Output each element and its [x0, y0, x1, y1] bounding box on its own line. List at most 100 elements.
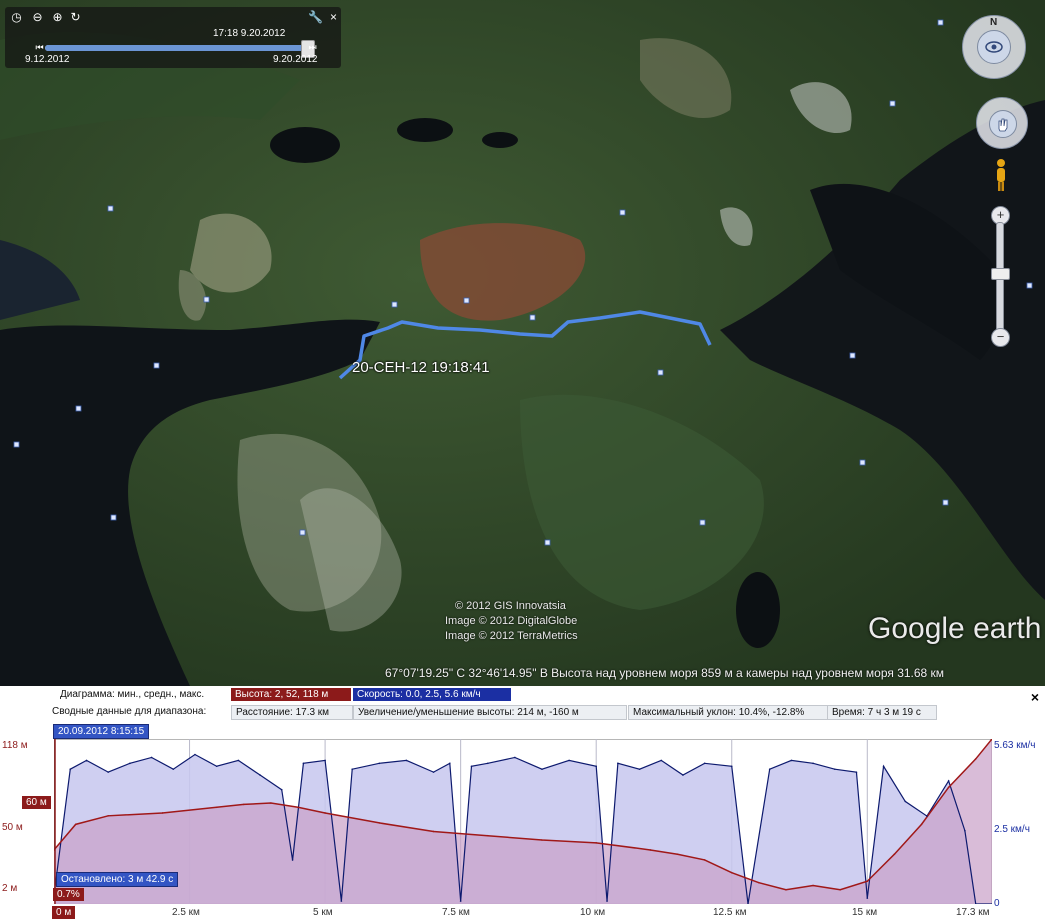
y-right-tick: 2.5 км/ч — [994, 824, 1030, 835]
elevation-point — [324, 812, 326, 814]
path-timestamp-label: 20-СЕН-12 19:18:41 — [352, 359, 490, 376]
close-slider-icon[interactable]: × — [326, 10, 341, 25]
elevation-point — [595, 842, 597, 844]
speed-point — [926, 815, 928, 817]
x-tick-label: 7.5 км — [442, 907, 470, 918]
elevation-speed-chart[interactable] — [54, 739, 992, 904]
step-forward-icon[interactable]: ⏭ — [305, 40, 320, 55]
satellite-imagery — [0, 0, 1045, 686]
elevation-point — [215, 806, 218, 809]
move-joystick[interactable] — [976, 97, 1028, 149]
speed-point — [280, 788, 283, 791]
speed-point — [768, 768, 771, 770]
start-date-label: 9.12.2012 — [25, 54, 70, 65]
elevation-point — [812, 884, 814, 887]
speed-point — [351, 768, 354, 770]
slope-badge: 0.7% — [53, 888, 84, 901]
speed-point — [682, 774, 684, 776]
map-status-bar: 67°07'19.25" С 32°46'14.95" В Высота над… — [385, 666, 945, 680]
max-slope-stat: Максимальный уклон: 10.4%, -12.8% — [628, 705, 830, 720]
speed-point — [703, 762, 706, 765]
wrench-icon[interactable]: 🔧 — [308, 10, 323, 25]
y-right-tick: 5.63 км/ч — [994, 740, 1036, 751]
distance-stat: Расстояние: 17.3 км — [231, 705, 353, 720]
speed-chip[interactable]: Скорость: 0.0, 2.5, 5.6 км/ч — [353, 688, 511, 701]
x-tick-label: 2.5 км — [172, 907, 200, 918]
speed-point — [340, 900, 343, 902]
stopped-badge: Остановлено: 3 м 42.9 с — [56, 872, 179, 887]
elevation-point — [649, 849, 652, 851]
elevation-point — [947, 786, 950, 789]
speed-point — [855, 771, 858, 773]
speed-point — [291, 859, 294, 861]
speed-point — [486, 762, 489, 765]
x-tick-label: 15 км — [852, 907, 878, 918]
x-tick-label: 5 км — [313, 907, 333, 918]
elevation-point — [297, 806, 299, 809]
close-profile-button[interactable]: × — [1031, 689, 1039, 705]
x-tick-label: 10 км — [580, 907, 606, 918]
speed-point — [215, 765, 218, 768]
elevation-point — [974, 758, 977, 760]
summary-label: Сводные данные для диапазона: — [52, 706, 207, 717]
speed-point — [432, 771, 435, 773]
current-time-label: 17:18 9.20.2012 — [213, 28, 286, 39]
map-view[interactable]: ◷ ⊖ ⊕ ↻ 🔧 × 17:18 9.20.2012 ⏮ ⏭ 9.12.201… — [0, 0, 1045, 686]
copyright-line: Image © 2012 TerraMetrics — [445, 630, 578, 642]
zoom-out-time-icon[interactable]: ⊖ — [30, 10, 45, 25]
speed-point — [568, 759, 570, 762]
elevation-point — [866, 880, 869, 883]
speed-point — [237, 759, 240, 762]
elevation-point — [758, 881, 760, 884]
speed-point — [302, 762, 305, 765]
speed-point — [790, 759, 793, 762]
zoom-out-button[interactable]: − — [991, 328, 1010, 347]
north-indicator[interactable]: N — [990, 17, 997, 28]
hand-icon[interactable] — [989, 110, 1017, 138]
eye-icon[interactable] — [977, 30, 1011, 64]
time-track[interactable] — [45, 45, 315, 51]
elevation-point — [839, 888, 841, 891]
elevation-point — [74, 823, 77, 826]
speed-point — [947, 780, 950, 782]
elevation-point — [107, 815, 110, 817]
speed-point — [904, 800, 907, 803]
look-joystick[interactable]: N — [962, 15, 1026, 79]
elevation-chip[interactable]: Высота: 2, 52, 118 м — [231, 688, 351, 701]
speed-point — [69, 768, 72, 770]
zoom-thumb[interactable] — [991, 268, 1010, 280]
date-badge: 20.09.2012 8:15:15 — [53, 724, 150, 739]
speed-point — [405, 759, 408, 762]
x-tick-label: 12.5 км — [713, 907, 747, 918]
speed-point — [514, 756, 516, 759]
y-left-tick: 118 м — [2, 740, 28, 751]
speed-point — [107, 771, 110, 773]
speed-point — [617, 762, 619, 765]
clock-icon[interactable]: ◷ — [9, 10, 24, 25]
google-earth-logo: Google earth — [868, 612, 1042, 645]
elevation-point — [486, 834, 489, 837]
speed-point — [730, 765, 733, 768]
pegman-icon[interactable] — [994, 158, 1008, 192]
elevation-point — [378, 822, 381, 824]
x-tick-label: 17.3 км — [956, 907, 990, 918]
zoom-in-time-icon[interactable]: ⊕ — [50, 10, 65, 25]
time-slider[interactable]: ◷ ⊖ ⊕ ↻ 🔧 × 17:18 9.20.2012 ⏮ ⏭ 9.12.201… — [5, 7, 341, 68]
speed-point — [194, 753, 196, 756]
speed-point — [638, 768, 641, 770]
speed-point — [812, 762, 814, 765]
time-stat: Время: 7 ч 3 м 19 с — [827, 705, 937, 720]
elevation-point — [541, 839, 543, 841]
speed-point — [150, 756, 153, 759]
elevation-point — [730, 871, 733, 874]
speed-point — [459, 900, 462, 902]
elevation-point — [242, 803, 245, 806]
speed-point — [833, 768, 836, 770]
elevation-point — [785, 888, 787, 891]
gain-loss-stat: Увеличение/уменьшение высоты: 214 м, -16… — [353, 705, 627, 720]
elevation-point — [270, 802, 272, 804]
elevation-point — [676, 853, 679, 856]
elevation-point — [161, 812, 164, 814]
refresh-icon[interactable]: ↻ — [68, 10, 83, 25]
y-left-tick: 2 м — [2, 883, 18, 894]
